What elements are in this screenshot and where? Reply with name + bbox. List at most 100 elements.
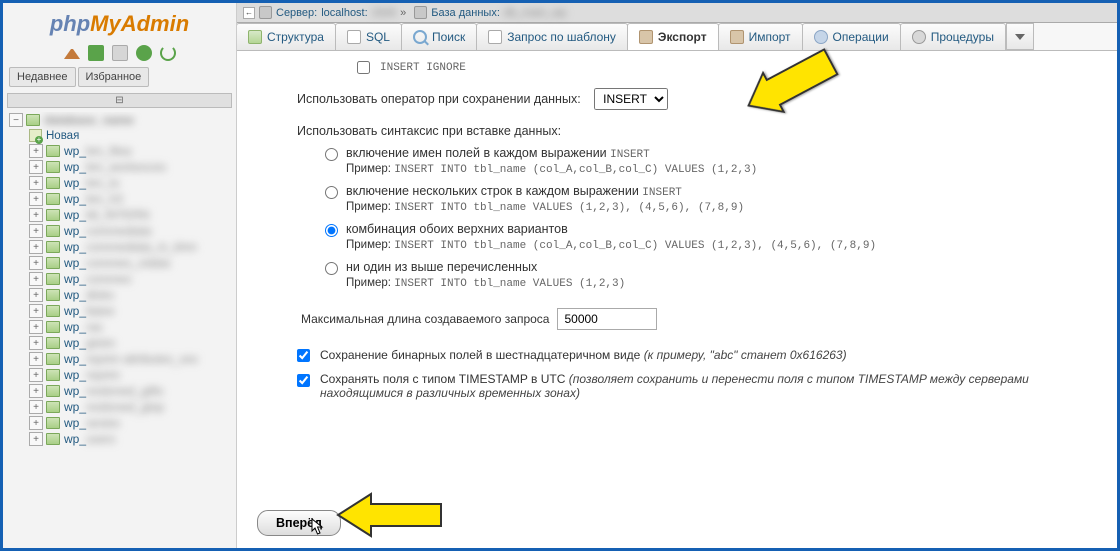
table-name: wp_: [64, 336, 86, 350]
database-icon: [26, 114, 40, 126]
sidebar-item[interactable]: +wp_sexies: [5, 415, 236, 431]
expand-icon[interactable]: +: [29, 432, 43, 446]
expand-icon[interactable]: +: [29, 304, 43, 318]
expand-icon[interactable]: −: [9, 113, 23, 127]
tab-import[interactable]: Импорт: [718, 23, 803, 50]
expand-icon[interactable]: +: [29, 208, 43, 222]
syntax-radio-both[interactable]: [325, 224, 338, 237]
table-icon: [46, 145, 60, 157]
sidebar-item[interactable]: +wp_users: [5, 431, 236, 447]
insert-ignore-label: INSERT IGNORE: [380, 62, 466, 74]
new-link[interactable]: Новая: [46, 130, 79, 142]
tab-search[interactable]: Поиск: [401, 23, 477, 50]
expand-icon[interactable]: +: [29, 400, 43, 414]
tab-template[interactable]: Запрос по шаблону: [476, 23, 628, 50]
table-name-blur: bm_filea: [86, 144, 131, 158]
submit-button[interactable]: Вперёд: [257, 510, 341, 536]
sidebar-item[interactable]: + wp_bm_filea: [5, 143, 236, 159]
home-icon[interactable]: [64, 43, 80, 59]
expand-icon[interactable]: +: [29, 192, 43, 206]
table-icon: [46, 209, 60, 221]
table-icon: [46, 193, 60, 205]
table-name-blur: resiloned_gifts: [86, 384, 163, 398]
table-name-blur: bm_h3: [86, 192, 123, 206]
table-icon: [46, 289, 60, 301]
expand-icon[interactable]: +: [29, 224, 43, 238]
table-name: wp_: [64, 416, 86, 430]
maxlen-input[interactable]: [557, 308, 657, 330]
stmt-select[interactable]: INSERT: [594, 88, 668, 110]
docs-icon[interactable]: [112, 45, 128, 61]
sidebar-item[interactable]: +wp_reprim attributes_vex: [5, 351, 236, 367]
sidebar-item[interactable]: +wp_dloks: [5, 287, 236, 303]
nav-back-icon[interactable]: ←: [243, 7, 255, 19]
tab-procedures[interactable]: Процедуры: [900, 23, 1006, 50]
tab-structure[interactable]: Структура: [237, 23, 336, 50]
syntax-radio-fields[interactable]: [325, 148, 338, 161]
syntax-label: Использовать синтаксис при вставке данны…: [297, 124, 1097, 138]
crumb-server[interactable]: localhost:: [321, 7, 367, 19]
reload-icon[interactable]: [160, 45, 176, 61]
recent-button[interactable]: Недавнее: [9, 67, 76, 87]
table-icon: [46, 257, 60, 269]
expand-icon[interactable]: +: [29, 336, 43, 350]
tab-export[interactable]: Экспорт: [627, 23, 719, 50]
table-name-blur: glotm: [86, 336, 115, 350]
sidebar-item[interactable]: +wp_commediata: [5, 223, 236, 239]
sidebar-item[interactable]: +wp_reprim: [5, 367, 236, 383]
table-name: wp_: [64, 208, 86, 222]
sidebar-item[interactable]: +wp_commes_cidata: [5, 255, 236, 271]
expand-icon[interactable]: +: [29, 160, 43, 174]
expand-icon[interactable]: +: [29, 176, 43, 190]
sidebar-item[interactable]: + wp_bm_h3: [5, 191, 236, 207]
collapse-bar[interactable]: ⊟: [7, 93, 232, 108]
sidebar-item[interactable]: + wp_glotm: [5, 335, 236, 351]
table-name: wp_: [64, 240, 86, 254]
expand-icon[interactable]: +: [29, 144, 43, 158]
tab-sql[interactable]: SQL: [335, 23, 402, 50]
db-name[interactable]: database_name: [44, 113, 134, 127]
search-icon: [413, 30, 427, 44]
tab-more[interactable]: [1006, 23, 1034, 50]
expand-icon[interactable]: +: [29, 416, 43, 430]
expand-icon[interactable]: +: [29, 256, 43, 270]
table-name: wp_: [64, 272, 86, 286]
crumb-db[interactable]: db_main_wp: [504, 7, 566, 19]
expand-icon[interactable]: +: [29, 272, 43, 286]
hex-checkbox[interactable]: [297, 349, 310, 362]
table-icon: [46, 225, 60, 237]
tab-operations[interactable]: Операции: [802, 23, 901, 50]
expand-icon[interactable]: +: [29, 320, 43, 334]
expand-icon[interactable]: +: [29, 352, 43, 366]
sidebar-item[interactable]: +wp_llatee: [5, 303, 236, 319]
table-name-blur: reprim: [86, 368, 120, 382]
table-name-blur: dloks: [86, 288, 114, 302]
insert-ignore-checkbox[interactable]: [357, 61, 370, 74]
table-icon: [46, 369, 60, 381]
timestamp-utc-checkbox[interactable]: [297, 374, 310, 387]
sidebar-item[interactable]: +wp_ras: [5, 319, 236, 335]
logout-icon[interactable]: [88, 45, 104, 61]
syntax-radio-none[interactable]: [325, 262, 338, 275]
table-name: wp_: [64, 192, 86, 206]
template-icon: [488, 30, 502, 44]
settings-icon[interactable]: [136, 45, 152, 61]
sidebar-item[interactable]: +wp_resiloned_gifts: [5, 383, 236, 399]
sidebar-item[interactable]: + wp_bll_INTERN: [5, 207, 236, 223]
sidebar-item[interactable]: +wp_commes: [5, 271, 236, 287]
sidebar-item[interactable]: +wp_bm_workexces: [5, 159, 236, 175]
expand-icon[interactable]: +: [29, 240, 43, 254]
table-icon: [46, 273, 60, 285]
expand-icon[interactable]: +: [29, 368, 43, 382]
crumb-server-label: Сервер:: [276, 7, 317, 19]
table-name-blur: bll_INTERN: [86, 208, 149, 222]
expand-icon[interactable]: +: [29, 384, 43, 398]
sidebar-item[interactable]: +wp_commediata_in_khm: [5, 239, 236, 255]
favorites-button[interactable]: Избранное: [78, 67, 150, 87]
sidebar-item[interactable]: +wp_bm_to: [5, 175, 236, 191]
expand-icon[interactable]: +: [29, 288, 43, 302]
logo[interactable]: phpMyAdmin: [3, 3, 236, 41]
syntax-radio-multirow[interactable]: [325, 186, 338, 199]
table-name: wp_: [64, 144, 86, 158]
sidebar-item[interactable]: +wp_resiloned_glop: [5, 399, 236, 415]
